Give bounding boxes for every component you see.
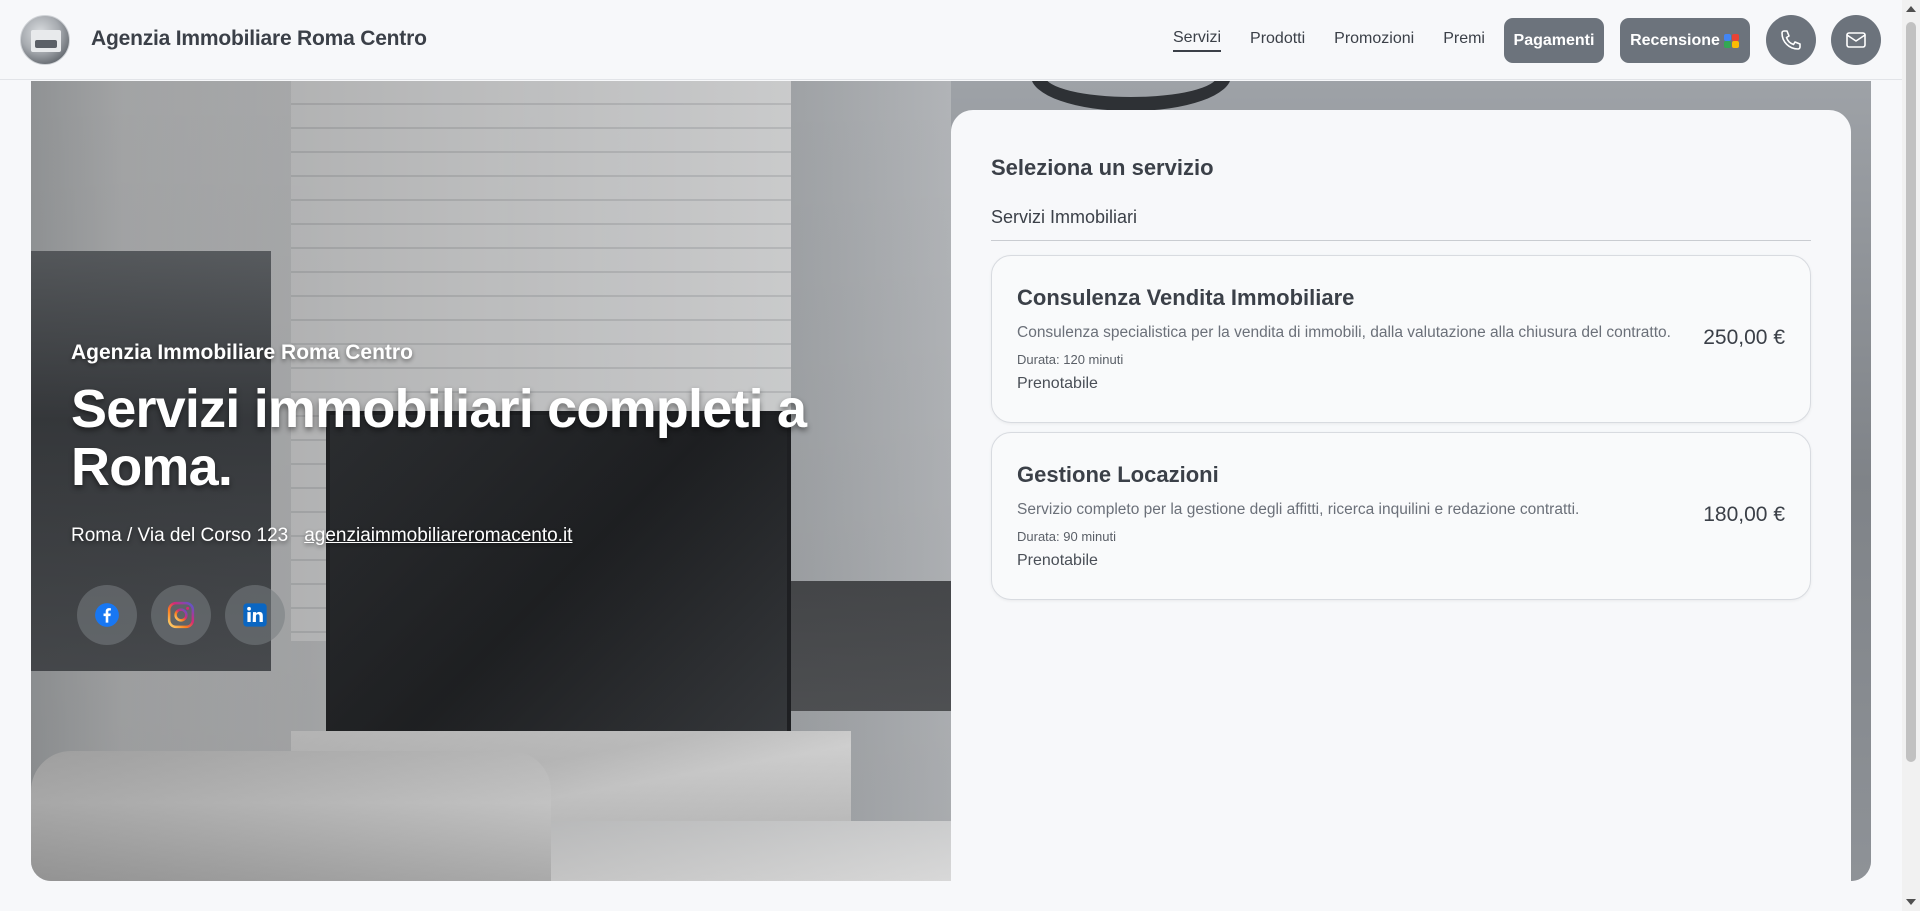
service-price: 250,00 € [1703,326,1785,349]
facebook-button[interactable] [77,585,137,645]
service-card[interactable]: Gestione Locazioni Servizio completo per… [991,432,1811,600]
service-description: Consulenza specialistica per la vendita … [1017,324,1671,341]
service-duration: Durata: 120 minuti [1017,352,1124,367]
logo-image[interactable] [20,15,70,65]
linkedin-icon [243,603,267,627]
phone-button[interactable] [1766,15,1816,65]
services-category[interactable]: Servizi Immobiliari [991,207,1137,228]
service-name: Consulenza Vendita Immobiliare [1017,285,1355,310]
payments-button[interactable]: Pagamenti [1504,18,1604,63]
review-button[interactable]: Recensione [1620,18,1750,63]
services-panel: Seleziona un servizio Servizi Immobiliar… [951,110,1851,911]
mail-icon [1846,32,1866,48]
brand-name[interactable]: Agenzia Immobiliare Roma Centro [91,27,427,51]
service-status: Prenotabile [1017,552,1098,569]
hero-title: Servizi immobiliari completi a Roma. [71,379,807,497]
logo-room-graphic [31,30,61,52]
hero-address: Roma / Via del Corso 123 [71,525,289,546]
review-button-label: Recensione [1630,31,1720,49]
scroll-up-icon[interactable] [1906,6,1916,12]
category-divider [991,240,1811,241]
service-card[interactable]: Consulenza Vendita Immobiliare Consulenz… [991,255,1811,423]
main-nav: Servizi Prodotti Promozioni Premi [1173,0,1514,80]
services-heading: Seleziona un servizio [991,155,1214,180]
nav-item-premi[interactable]: Premi [1443,30,1485,51]
instagram-button[interactable] [151,585,211,645]
phone-icon [1781,30,1801,50]
service-status: Prenotabile [1017,375,1098,392]
scrollbar-thumb[interactable] [1906,22,1916,762]
nav-item-promozioni[interactable]: Promozioni [1334,30,1414,51]
service-duration: Durata: 90 minuti [1017,529,1116,544]
scroll-down-icon[interactable] [1906,899,1916,905]
nav-item-prodotti[interactable]: Prodotti [1250,30,1305,51]
hero-contact-row: Roma / Via del Corso 123 agenziaimmobili… [71,525,572,547]
mail-button[interactable] [1831,15,1881,65]
instagram-icon [167,601,195,629]
page-scrollbar[interactable] [1902,0,1920,911]
facebook-icon [95,603,119,627]
review-badge-icon [1723,33,1740,48]
hero-website-link[interactable]: agenziaimmobiliareromacento.it [304,525,572,547]
social-links [77,585,285,645]
hero-agency-name: Agenzia Immobiliare Roma Centro [71,341,413,364]
service-description: Servizio completo per la gestione degli … [1017,501,1580,518]
nav-item-servizi[interactable]: Servizi [1173,29,1222,52]
service-price: 180,00 € [1703,503,1785,526]
linkedin-button[interactable] [225,585,285,645]
top-header: Agenzia Immobiliare Roma Centro Servizi … [0,0,1902,80]
service-name: Gestione Locazioni [1017,462,1219,487]
